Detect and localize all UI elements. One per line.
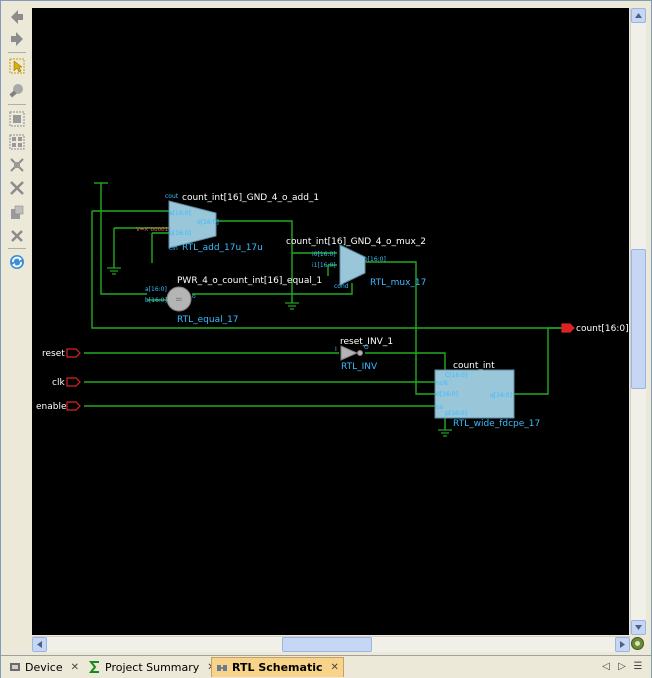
add-pin-a: a[16:0] — [169, 210, 191, 217]
zoom-area-icon[interactable] — [7, 132, 27, 152]
svg-text:=: = — [175, 295, 183, 305]
reg-pin-p: p[16:0] — [445, 410, 467, 417]
refresh-icon[interactable] — [7, 252, 27, 272]
tab-rtl-schematic-label: RTL Schematic — [232, 661, 323, 674]
mux-pin-i1: i1[16:0] — [312, 262, 336, 269]
wire-reg-to-count — [514, 328, 549, 395]
reg-pin-ce: ce — [436, 404, 443, 411]
horizontal-scroll-thumb[interactable] — [282, 637, 372, 652]
add-pin-cout: cout — [165, 193, 179, 200]
port-count[interactable]: count[16:0] — [561, 323, 629, 334]
tab-device[interactable]: Device ✕ — [5, 657, 83, 677]
tabs-list-icon[interactable]: ☰ — [631, 659, 645, 673]
add-const-label: V=X"00001" — [136, 227, 171, 233]
vertical-scrollbar[interactable] — [630, 8, 646, 635]
tab-rtl-schematic[interactable]: RTL Schematic ✕ — [211, 657, 344, 677]
reg-pin-nclk: nclk — [436, 380, 449, 387]
equal-pin-b: b[16:0] — [145, 297, 167, 304]
port-clk[interactable]: clk — [52, 377, 81, 388]
forward-icon[interactable] — [7, 29, 27, 49]
collapse-icon[interactable] — [7, 178, 27, 198]
port-enable-label: enable — [36, 402, 67, 412]
port-clk-label: clk — [52, 378, 65, 388]
port-enable[interactable]: enable — [36, 401, 81, 412]
add-type-label: RTL_add_17u_17u — [182, 243, 263, 253]
equal-type-label: RTL_equal_17 — [177, 315, 239, 325]
reg-pin-d: d[16:0] — [436, 391, 458, 398]
device-icon — [9, 661, 21, 673]
reg-pin-c: C[16:0] — [445, 372, 467, 379]
reg-pin-q: q[16:0] — [490, 392, 512, 399]
scroll-left-button[interactable] — [32, 637, 47, 652]
reg-block[interactable]: count_int C[16:0] nclk d[16:0] ce q[16:0… — [434, 361, 540, 429]
sigma-icon — [89, 661, 101, 673]
delete-icon[interactable] — [7, 226, 27, 246]
schematic-window: count_int[16]_GND_4_o_add_1 cout a[16:0]… — [0, 0, 652, 678]
add-pin-cin: cin — [169, 245, 178, 252]
mux-pin-i0: i0[16:0] — [312, 251, 336, 258]
inv-block[interactable]: reset_INV_1 I O RTL_INV — [335, 337, 393, 372]
add-pin-b: b[16:0] — [169, 230, 191, 237]
select-icon[interactable] — [7, 56, 27, 76]
mux-instance-label: count_int[16]_GND_4_o_mux_2 — [286, 237, 426, 247]
equal-instance-label: PWR_4_o_count_int[16]_equal_1 — [177, 276, 322, 286]
close-icon[interactable]: ✕ — [71, 662, 79, 673]
add-pin-o: o[16:0] — [197, 219, 219, 226]
horizontal-scrollbar[interactable] — [32, 636, 630, 652]
scroll-right-button[interactable] — [615, 637, 630, 652]
toolbar-separator — [8, 248, 26, 249]
vertical-scroll-thumb[interactable] — [631, 249, 646, 389]
back-icon[interactable] — [7, 7, 27, 27]
port-count-label: count[16:0] — [576, 324, 629, 334]
inv-type-label: RTL_INV — [341, 362, 378, 372]
tabs-prev-icon[interactable]: ◁ — [599, 659, 613, 673]
toolbar-separator — [8, 104, 26, 105]
zoom-fit-icon[interactable] — [7, 109, 27, 129]
ground-symbols — [107, 267, 452, 437]
close-icon[interactable]: ✕ — [331, 662, 339, 673]
zoom-icon[interactable] — [7, 81, 27, 101]
tab-project-summary-label: Project Summary — [105, 660, 200, 674]
port-reset-label: reset — [42, 349, 65, 359]
regenerate-icon[interactable] — [7, 203, 27, 223]
scroll-up-button[interactable] — [631, 8, 646, 23]
tab-project-summary[interactable]: Project Summary ✕ — [85, 657, 220, 677]
expand-icon[interactable] — [7, 155, 27, 175]
scroll-down-button[interactable] — [631, 620, 646, 635]
mux-pin-o: o[16:0] — [364, 256, 386, 263]
editor-tab-bar: Device ✕ Project Summary ✕ RTL Schematic… — [1, 655, 651, 678]
inv-pin-o: O — [364, 344, 369, 351]
mux-type-label: RTL_mux_17 — [370, 278, 426, 288]
reg-type-label: RTL_wide_fdcpe_17 — [453, 419, 540, 429]
inv-pin-i: I — [335, 346, 337, 353]
equal-pin-a: a[16:0] — [145, 286, 167, 293]
schematic-toolbar — [5, 5, 29, 645]
port-reset[interactable]: reset — [42, 348, 81, 359]
navigator-corner-icon[interactable] — [630, 636, 645, 651]
schematic-canvas[interactable]: count_int[16]_GND_4_o_add_1 cout a[16:0]… — [32, 8, 629, 635]
wire-add-cin — [151, 232, 169, 263]
mux-pin-cond: cond — [334, 283, 349, 290]
add-instance-label: count_int[16]_GND_4_o_add_1 — [182, 193, 319, 203]
toolbar-separator — [8, 52, 26, 53]
schematic-icon — [216, 662, 228, 674]
tabs-next-icon[interactable]: ▷ — [615, 659, 629, 673]
tab-device-label: Device — [25, 660, 63, 674]
wire-vcc-to-equal — [100, 183, 147, 295]
equal-pin-o: o — [192, 293, 196, 300]
equal-block[interactable]: = PWR_4_o_count_int[16]_equal_1 a[16:0] … — [145, 276, 322, 325]
reg-instance-label: count_int — [453, 361, 495, 371]
